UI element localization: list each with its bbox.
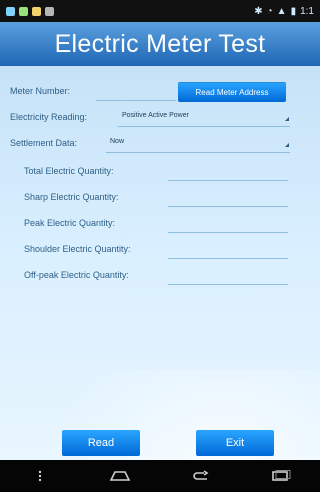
meter-number-field[interactable]: [96, 86, 176, 98]
notification-icon: [6, 6, 15, 16]
status-system: ✱ ◔ ▲ ▮ 1:1: [254, 6, 314, 17]
peak-electric-quantity-row: Peak Electric Quantity:: [0, 214, 320, 234]
dropdown-arrow-icon[interactable]: [285, 117, 289, 121]
electricity-reading-underline: [118, 126, 290, 127]
shoulder-electric-quantity-row: Shoulder Electric Quantity:: [0, 240, 320, 260]
status-time: 1:1: [300, 5, 314, 17]
signal-icon: ▲: [276, 5, 287, 17]
shoulder-electric-quantity-label: Shoulder Electric Quantity:: [24, 244, 131, 254]
notification-icon: [32, 6, 41, 16]
bluetooth-icon: ✱: [254, 5, 263, 17]
meter-number-underline: [96, 100, 176, 101]
meter-number-label: Meter Number:: [10, 86, 71, 96]
read-meter-address-button[interactable]: Read Meter Address: [178, 82, 286, 102]
notification-icon: [45, 6, 54, 16]
offpeak-electric-quantity-value: [168, 270, 288, 282]
status-bar: ✱ ◔ ▲ ▮ 1:1: [0, 0, 320, 22]
peak-electric-quantity-value: [168, 218, 288, 230]
home-icon[interactable]: [105, 466, 135, 486]
recent-apps-icon[interactable]: [265, 466, 295, 486]
settlement-data-select[interactable]: Now: [110, 138, 124, 145]
settlement-data-label: Settlement Data:: [10, 138, 78, 148]
meter-number-row: Meter Number: Read Meter Address: [0, 82, 320, 102]
settlement-data-row: Settlement Data: Now: [0, 134, 320, 154]
total-electric-quantity-label: Total Electric Quantity:: [24, 166, 114, 176]
sharp-electric-quantity-value: [168, 192, 288, 204]
wifi-icon: ◔: [266, 5, 273, 17]
offpeak-electric-quantity-row: Off-peak Electric Quantity:: [0, 266, 320, 286]
electricity-reading-row: Electricity Reading: Positive Active Pow…: [0, 108, 320, 128]
navigation-bar: [0, 460, 320, 492]
back-icon-glyph: [193, 470, 209, 480]
dropdown-arrow-icon[interactable]: [285, 143, 289, 147]
sharp-electric-quantity-label: Sharp Electric Quantity:: [24, 192, 119, 202]
total-electric-quantity-row: Total Electric Quantity:: [0, 162, 320, 182]
offpeak-electric-quantity-underline: [168, 284, 288, 285]
title-bar: Electric Meter Test: [0, 22, 320, 66]
peak-electric-quantity-underline: [168, 232, 288, 233]
page-title: Electric Meter Test: [54, 29, 266, 58]
shoulder-electric-quantity-value: [168, 244, 288, 256]
sharp-electric-quantity-underline: [168, 206, 288, 207]
menu-icon[interactable]: [25, 466, 55, 486]
status-notifications: [6, 6, 54, 16]
notification-icon: [19, 6, 28, 16]
peak-electric-quantity-label: Peak Electric Quantity:: [24, 218, 116, 228]
home-icon-glyph: [109, 471, 131, 481]
electricity-reading-select[interactable]: Positive Active Power: [122, 112, 189, 119]
menu-icon-glyph: [38, 470, 42, 482]
read-button[interactable]: Read: [62, 430, 140, 456]
sharp-electric-quantity-row: Sharp Electric Quantity:: [0, 188, 320, 208]
recent-apps-icon-glyph: [272, 470, 291, 481]
exit-button[interactable]: Exit: [196, 430, 274, 456]
offpeak-electric-quantity-label: Off-peak Electric Quantity:: [24, 270, 129, 280]
back-icon[interactable]: [185, 466, 215, 486]
settlement-data-underline: [106, 152, 290, 153]
electricity-reading-label: Electricity Reading:: [10, 112, 88, 122]
battery-icon: ▮: [290, 5, 297, 17]
content-area: Meter Number: Read Meter Address Electri…: [0, 66, 320, 460]
total-electric-quantity-value: [168, 166, 288, 178]
total-electric-quantity-underline: [168, 180, 288, 181]
shoulder-electric-quantity-underline: [168, 258, 288, 259]
